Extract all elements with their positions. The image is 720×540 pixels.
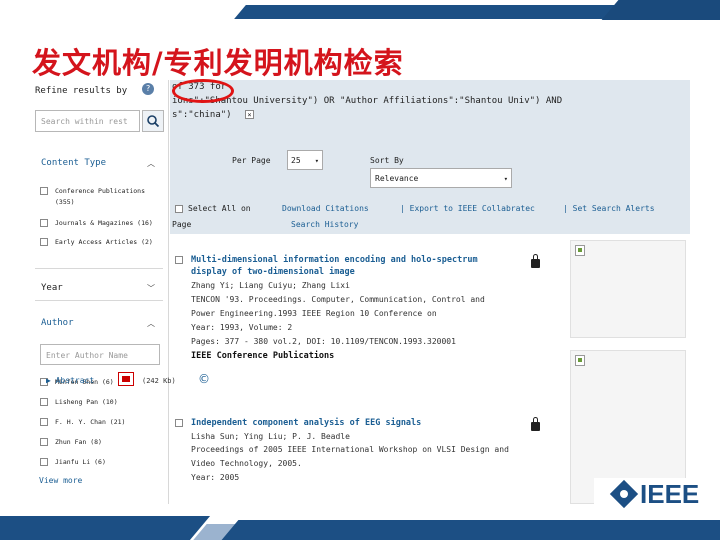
abstract-toggle[interactable]: ▶ Abstract: [46, 376, 94, 385]
bottom-band-stripe: [221, 520, 720, 540]
per-page-value: 25: [291, 156, 301, 165]
bottom-decoration-band: [0, 512, 720, 540]
checkbox-conference-publications[interactable]: [40, 187, 48, 195]
pdf-size: (242 Kb): [142, 377, 176, 385]
broken-image-icon: [575, 355, 585, 366]
divider: [35, 268, 163, 269]
result-authors[interactable]: Lisha Sun; Ying Liu; P. J. Beadle: [191, 432, 350, 441]
result-venue-cont[interactable]: Video Technology, 2005.: [191, 459, 302, 468]
content-type-item-label: Conference Publications: [55, 187, 146, 195]
result-venue[interactable]: Proceedings of 2005 IEEE International W…: [191, 445, 509, 454]
chevron-down-icon[interactable]: ﹀: [147, 283, 155, 294]
author-item-label: Zhun Fan (8): [55, 438, 102, 446]
checkbox-author[interactable]: [40, 398, 48, 406]
result-year-volume: Year: 1993, Volume: 2: [191, 323, 293, 332]
author-heading[interactable]: Author: [41, 318, 74, 328]
query-panel: of 373 for ions":"Shantou University") O…: [170, 80, 690, 234]
per-page-label: Per Page: [232, 156, 271, 165]
help-icon[interactable]: ?: [142, 83, 154, 95]
divider: [35, 300, 163, 301]
result-checkbox[interactable]: [175, 256, 183, 264]
search-within-results-input[interactable]: Search within rest: [35, 110, 140, 132]
result-venue[interactable]: TENCON '93. Proceedings. Computer, Commu…: [191, 295, 485, 304]
content-type-heading[interactable]: Content Type: [41, 158, 106, 168]
broken-image-icon: [575, 245, 585, 256]
ieee-xplore-screenshot: Refine results by ? Search within rest C…: [25, 80, 690, 504]
sort-by-select[interactable]: Relevance ▾: [370, 168, 512, 188]
lock-icon: [531, 254, 540, 268]
content-type-item-label: Early Access Articles (2): [55, 238, 153, 246]
remove-filter-icon[interactable]: ×: [245, 110, 254, 119]
checkbox-journals-magazines[interactable]: [40, 219, 48, 227]
author-item-label: Lisheng Pan (10): [55, 398, 118, 406]
search-history-link[interactable]: Search History: [291, 220, 358, 229]
result-authors[interactable]: Zhang Yi; Liang Cuiyu; Zhang Lixi: [191, 281, 350, 290]
download-citations-button[interactable]: Download Citations: [282, 204, 369, 213]
top-decoration-band: [0, 0, 720, 20]
ieee-logo: IEEE: [594, 478, 720, 514]
copyright-icon[interactable]: ©: [198, 372, 210, 386]
sort-by-label: Sort By: [370, 156, 404, 165]
top-band-stripe-right: [601, 0, 720, 20]
result-title[interactable]: Multi-dimensional information encoding a…: [191, 255, 478, 265]
chevron-up-icon[interactable]: ︿: [147, 318, 155, 329]
refine-sidebar: Refine results by ? Search within rest C…: [25, 80, 169, 504]
per-page-select[interactable]: 25 ▾: [287, 150, 323, 170]
refine-results-label: Refine results by: [35, 86, 128, 96]
search-icon: [147, 115, 160, 128]
view-more-link[interactable]: View more: [39, 476, 82, 485]
content-type-item-label: Journals & Magazines (16): [55, 219, 153, 227]
result-title-cont[interactable]: display of two-dimensional image: [191, 267, 355, 277]
select-all-checkbox[interactable]: [175, 205, 183, 213]
chevron-up-icon[interactable]: ︿: [147, 158, 155, 169]
select-all-label-cont: Page: [172, 220, 192, 229]
bottom-band-stripe: [0, 516, 211, 540]
result-year: Year: 2005: [191, 473, 240, 482]
export-collabratec-button[interactable]: | Export to IEEE Collabratec: [400, 204, 535, 213]
author-name-input[interactable]: Enter Author Name: [40, 344, 160, 365]
author-item-label: Jianfu Li (6): [55, 458, 106, 466]
ieee-diamond-icon: [609, 479, 639, 509]
checkbox-early-access[interactable]: [40, 238, 48, 246]
result-title[interactable]: Independent component analysis of EEG si…: [191, 418, 421, 428]
result-type: IEEE Conference Publications: [191, 351, 335, 361]
query-string-line: ions":"Shantou University") OR "Author A…: [172, 96, 563, 106]
checkbox-author[interactable]: [40, 418, 48, 426]
query-string-line: s":"china"): [172, 110, 232, 120]
result-pages-doi: Pages: 377 - 380 vol.2, DOI: 10.1109/TEN…: [191, 337, 456, 346]
chevron-down-icon: ▾: [503, 175, 508, 183]
highlight-ellipse: [172, 79, 234, 103]
thumbnail-panel: [570, 240, 686, 338]
ieee-logo-text: IEEE: [640, 479, 700, 509]
top-band-stripe: [234, 5, 646, 19]
chevron-down-icon: ▾: [314, 157, 319, 165]
select-all-label: Select All on: [188, 204, 251, 213]
sort-by-value: Relevance: [375, 174, 419, 183]
result-checkbox[interactable]: [175, 419, 183, 427]
lock-icon: [531, 417, 540, 431]
year-heading[interactable]: Year: [41, 283, 63, 293]
checkbox-author[interactable]: [40, 458, 48, 466]
content-type-item-count: (355): [55, 198, 75, 206]
set-search-alerts-button[interactable]: | Set Search Alerts: [563, 204, 655, 213]
pdf-icon[interactable]: [118, 372, 134, 386]
checkbox-author[interactable]: [40, 438, 48, 446]
author-item-label: F. H. Y. Chan (21): [55, 418, 126, 426]
search-button[interactable]: [142, 110, 164, 132]
result-venue-cont[interactable]: Power Engineering.1993 IEEE Region 10 Co…: [191, 309, 437, 318]
slide-title: 发文机构/专利发明机构检索: [32, 46, 404, 80]
